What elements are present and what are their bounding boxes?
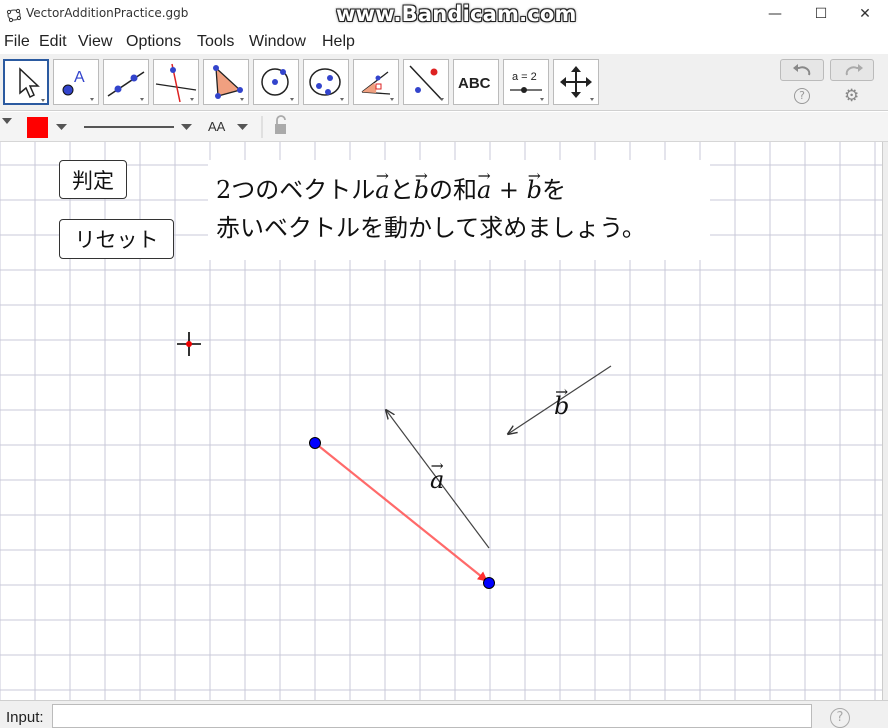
redo-button[interactable] xyxy=(830,59,874,81)
minimize-button[interactable]: — xyxy=(752,0,798,28)
geogebra-app-icon xyxy=(6,8,22,23)
style-bar: AA xyxy=(0,112,888,142)
ellipse-tool-button[interactable] xyxy=(303,59,349,105)
text-tool-button[interactable]: ABC xyxy=(453,59,499,105)
svg-text:A: A xyxy=(74,69,85,86)
undo-button[interactable] xyxy=(780,59,824,81)
perpendicular-line-icon xyxy=(155,63,197,103)
style-bar-graphics xyxy=(2,115,286,138)
cursor-arrow-icon xyxy=(19,67,45,102)
input-help-icon[interactable]: ? xyxy=(830,708,850,728)
polygon-tool-button[interactable] xyxy=(203,59,249,105)
svg-text:a = 2: a = 2 xyxy=(512,71,537,83)
reflect-icon xyxy=(409,65,444,101)
help-icon[interactable]: ? xyxy=(794,88,810,104)
reflect-tool-button[interactable] xyxy=(403,59,449,105)
red-vector[interactable] xyxy=(314,442,488,582)
red-vector-start-point[interactable] xyxy=(309,437,321,449)
point-tool-button[interactable]: A xyxy=(53,59,99,105)
menu-view[interactable]: View xyxy=(78,33,112,51)
redo-icon xyxy=(845,64,863,76)
menu-file[interactable]: File xyxy=(4,33,30,51)
crosshair-cursor-icon xyxy=(177,332,201,356)
vector-b-label: b xyxy=(554,383,570,420)
polygon-icon xyxy=(213,65,244,101)
menu-tools[interactable]: Tools xyxy=(197,33,234,51)
line-icon xyxy=(107,71,145,101)
move-arrows-icon xyxy=(560,66,594,101)
recording-watermark: www.Bandicam.com xyxy=(336,2,577,26)
menu-help[interactable]: Help xyxy=(322,33,355,51)
construction-layer xyxy=(177,332,612,589)
slider-tool-button[interactable]: a = 2 xyxy=(503,59,549,105)
color-dropdown-icon[interactable] xyxy=(56,124,67,130)
vector-a-label: a xyxy=(430,457,445,494)
maximize-button[interactable]: ☐ xyxy=(798,0,844,28)
slider-icon: a = 2 xyxy=(510,71,544,101)
angle-tool-button[interactable] xyxy=(353,59,399,105)
window-title: VectorAdditionPractice.ggb xyxy=(26,6,189,20)
text-abc-icon: ABC xyxy=(458,75,491,92)
color-swatch[interactable] xyxy=(27,117,48,138)
toggle-style-bar-icon[interactable] xyxy=(2,118,12,124)
menu-options[interactable]: Options xyxy=(126,33,181,51)
title-bar: VectorAdditionPractice.ggb www.Bandicam.… xyxy=(0,0,888,30)
angle-icon xyxy=(361,71,394,101)
line-tool-button[interactable] xyxy=(103,59,149,105)
move-tool-button[interactable] xyxy=(3,59,49,105)
close-button[interactable]: ✕ xyxy=(842,0,888,28)
perpendicular-line-tool-button[interactable] xyxy=(153,59,199,105)
svg-text:ABC: ABC xyxy=(458,75,491,92)
menu-edit[interactable]: Edit xyxy=(39,33,67,51)
circle-icon xyxy=(261,68,294,101)
red-vector-end-point[interactable] xyxy=(483,577,495,589)
input-label: Input: xyxy=(6,709,44,726)
font-size-label[interactable]: AA xyxy=(208,119,225,134)
right-panel-edge[interactable] xyxy=(882,142,888,700)
circle-tool-button[interactable] xyxy=(253,59,299,105)
line-style-dropdown-icon[interactable] xyxy=(181,124,192,130)
lock-icon[interactable] xyxy=(275,124,286,134)
undo-icon xyxy=(793,64,811,76)
settings-gear-icon[interactable]: ⚙ xyxy=(844,86,859,106)
ellipse-icon xyxy=(309,68,344,101)
input-field[interactable] xyxy=(52,704,812,728)
toolbar: A ABC a = 2 ? ⚙ xyxy=(0,54,888,111)
input-bar: Input: ? xyxy=(0,700,888,728)
move-graphics-view-tool-button[interactable] xyxy=(553,59,599,105)
point-icon: A xyxy=(62,69,94,101)
menu-bar: File Edit View Options Tools Window Help xyxy=(0,30,888,54)
menu-window[interactable]: Window xyxy=(249,33,306,51)
font-size-dropdown-icon[interactable] xyxy=(237,124,248,130)
